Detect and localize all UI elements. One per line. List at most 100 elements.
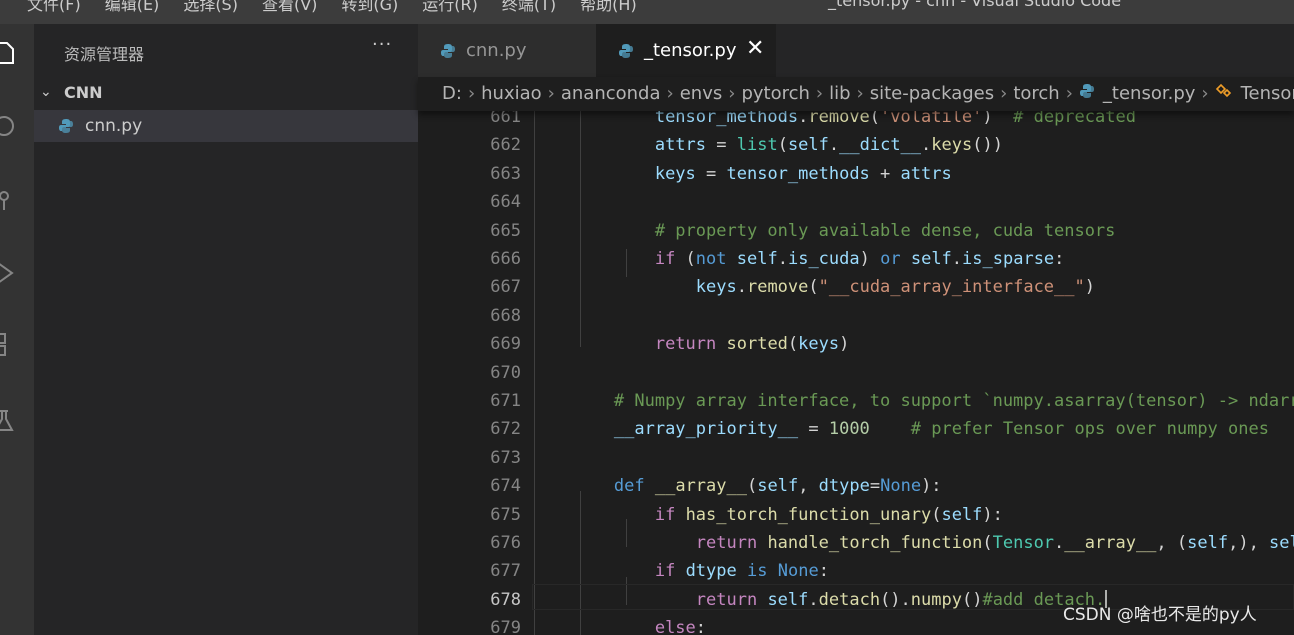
code-token: __array__ <box>1064 533 1157 553</box>
line-number: 666 <box>490 249 521 269</box>
breadcrumb-item[interactable]: pytorch <box>741 83 809 104</box>
breadcrumb-item[interactable]: torch <box>1013 83 1059 104</box>
python-file-icon <box>441 44 455 58</box>
code-token: self <box>941 504 983 525</box>
tab-cnn-py[interactable]: cnn.py <box>418 24 596 77</box>
code-token: attrs <box>900 163 952 184</box>
chevron-right-icon: › <box>666 83 674 104</box>
menu-item[interactable]: 转到(G) <box>341 0 398 15</box>
code-line[interactable]: 667 keys.remove("__cuda_array_interface_… <box>418 271 1294 299</box>
line-number: 670 <box>490 362 521 383</box>
code-text: if dtype is None: <box>532 561 829 581</box>
testing-icon[interactable] <box>0 408 18 434</box>
chevron-right-icon: › <box>1000 83 1008 104</box>
code-token: ) <box>859 249 881 269</box>
code-line[interactable]: 661 tensor_methods.remove('volatile') # … <box>418 111 1294 129</box>
line-number: 661 <box>490 111 521 127</box>
code-token: tensor_methods <box>726 163 870 184</box>
code-token: is_sparse <box>962 249 1055 269</box>
code-token: if <box>654 561 676 582</box>
extensions-icon[interactable] <box>0 332 18 358</box>
code-token: ( <box>787 334 799 355</box>
line-number: 669 <box>490 334 521 355</box>
code-token: ( <box>808 277 819 298</box>
menu-item[interactable]: 帮助(H) <box>580 0 637 15</box>
code-line[interactable]: 674 def __array__(self, dtype=None): <box>418 470 1294 498</box>
more-actions-icon[interactable]: ··· <box>372 34 392 55</box>
code-line[interactable]: 666 if (not self.is_cuda) or self.is_spa… <box>418 243 1294 271</box>
code-token: or <box>880 249 901 269</box>
code-token: tensor_methods <box>654 111 799 127</box>
class-symbol-icon <box>1215 83 1233 104</box>
code-line[interactable]: 677 if dtype is None: <box>418 555 1294 583</box>
code-token: dtype <box>685 561 737 582</box>
file-item-cnn-py[interactable]: cnn.py <box>34 110 418 142</box>
breadcrumb-item[interactable]: envs <box>680 83 723 104</box>
code-token: # prefer Tensor ops over numpy ones <box>910 419 1269 440</box>
code-line[interactable]: 672 __array_priority__ = 1000 # prefer T… <box>418 413 1294 441</box>
breadcrumb-item[interactable]: huxiao <box>481 83 542 104</box>
code-line[interactable]: 662 attrs = list(self.__dict__.keys()) <box>418 129 1294 157</box>
code-token: : <box>1054 249 1065 269</box>
menu-item[interactable]: 查看(V) <box>262 0 317 15</box>
editor-tab-bar: cnn.py _tensor.py ✕ <box>418 24 1294 77</box>
menu-item[interactable]: 文件(F) <box>27 0 81 15</box>
code-line[interactable]: 664 <box>418 186 1294 214</box>
search-icon[interactable] <box>0 114 18 140</box>
breadcrumb-item[interactable]: ananconda <box>561 83 661 104</box>
python-file-icon <box>619 44 633 58</box>
run-debug-icon[interactable] <box>0 260 18 286</box>
activity-bar <box>0 24 34 635</box>
menu-item[interactable]: 编辑(E) <box>105 0 160 15</box>
source-control-icon[interactable] <box>0 188 18 214</box>
chevron-right-icon: › <box>1201 83 1209 104</box>
code-token: ( <box>675 249 696 269</box>
code-token: ) <box>839 334 850 355</box>
code-token: () <box>961 589 983 610</box>
menu-item[interactable]: 选择(S) <box>183 0 238 15</box>
code-editor[interactable]: 661 tensor_methods.remove('volatile') # … <box>418 111 1294 635</box>
breadcrumb-item[interactable]: site-packages <box>870 83 994 104</box>
code-line[interactable]: 668 <box>418 300 1294 328</box>
code-token: else <box>654 618 696 635</box>
breadcrumb-item[interactable]: _tensor.py <box>1103 83 1195 104</box>
code-line[interactable]: 676 return handle_torch_function(Tensor.… <box>418 527 1294 555</box>
code-token: = <box>869 476 881 497</box>
breadcrumb-item[interactable]: lib <box>829 83 850 104</box>
code-token: . <box>777 249 788 269</box>
code-token: numpy <box>910 589 962 610</box>
code-token: Tensor <box>992 533 1055 553</box>
line-number: 679 <box>490 618 521 635</box>
code-line[interactable]: 671 # Numpy array interface, to support … <box>418 385 1294 413</box>
breadcrumb-item[interactable]: Tensor <box>1241 83 1294 104</box>
code-token: ( <box>982 533 993 553</box>
explorer-icon[interactable] <box>0 40 18 66</box>
python-file-icon <box>59 119 73 133</box>
code-token: handle_torch_function <box>767 533 983 553</box>
menu-item[interactable]: 终端(T) <box>502 0 556 15</box>
code-token: self <box>1187 533 1229 553</box>
code-token: if <box>654 249 676 269</box>
line-number: 675 <box>490 504 521 525</box>
close-icon[interactable]: ✕ <box>746 36 764 61</box>
breadcrumb-item[interactable]: D: <box>442 83 462 104</box>
line-number: 667 <box>490 277 521 298</box>
code-line[interactable]: 665 # property only available dense, cud… <box>418 215 1294 243</box>
folder-cnn[interactable]: ⌄ CNN <box>34 82 418 106</box>
code-line[interactable]: 675 if has_torch_function_unary(self): <box>418 499 1294 527</box>
code-line[interactable]: 663 keys = tensor_methods + attrs <box>418 158 1294 186</box>
menu-item[interactable]: 运行(R) <box>422 0 478 15</box>
tab-tensor-py[interactable]: _tensor.py ✕ <box>596 24 776 77</box>
code-line[interactable]: 670 <box>418 357 1294 385</box>
code-line[interactable]: 669 return sorted(keys) <box>418 328 1294 356</box>
code-line[interactable]: 673 <box>418 442 1294 470</box>
